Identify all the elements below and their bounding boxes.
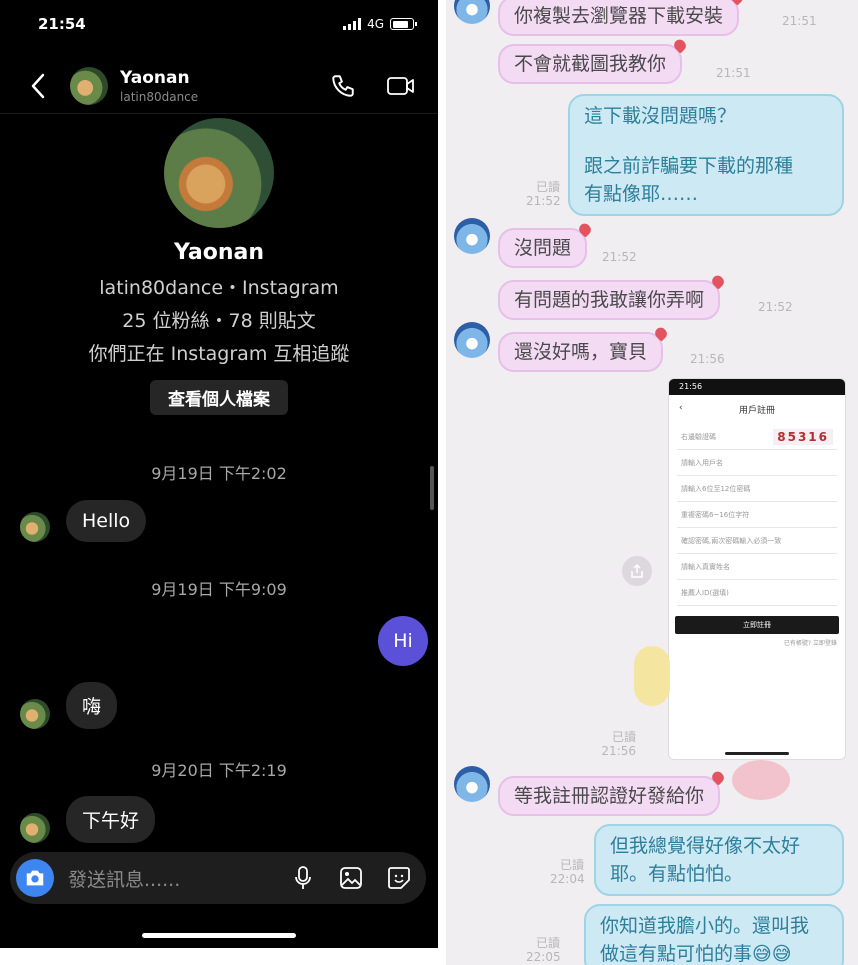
video-call-button[interactable] <box>386 71 416 101</box>
microphone-icon <box>295 866 311 889</box>
screenshot-composite: 21:54 4G Yaonan latin80dance Yaonan lati… <box>0 0 858 965</box>
chat-header: Yaonan latin80dance <box>0 58 438 114</box>
message-bubble[interactable]: 下午好 <box>66 796 156 843</box>
avatar[interactable] <box>70 66 108 105</box>
chevron-left-icon <box>31 73 45 98</box>
network-label: 4G <box>367 17 384 31</box>
message-bubble[interactable]: 有問題的我敢讓你弄啊 <box>498 280 721 320</box>
video-camera-icon <box>387 76 414 95</box>
sticker-icon <box>388 867 410 889</box>
contact-avatar[interactable] <box>454 766 490 802</box>
contact-avatar[interactable] <box>454 0 490 24</box>
view-profile-button[interactable]: 查看個人檔案 <box>150 380 288 415</box>
share-icon <box>631 563 643 578</box>
line-chat-screen: 你複製去瀏覽器下載安裝 21:51 不會就截圖我教你 21:51 這下載沒問題嗎… <box>446 0 858 965</box>
contact-avatar[interactable] <box>454 218 490 254</box>
message-bubble[interactable]: 等我註冊認證好發給你 <box>498 776 721 816</box>
call-button[interactable] <box>328 71 358 101</box>
image-icon <box>340 867 362 889</box>
message-bubble[interactable]: 還沒好嗎，寶貝 <box>498 332 664 372</box>
gallery-button[interactable] <box>338 865 364 891</box>
message-bubble-outgoing[interactable]: 但我總覺得好像不太好 耶。有點怕怕。 <box>594 824 844 896</box>
contact-username: latin80dance <box>120 89 199 104</box>
profile-follow-status: 你們正在 Instagram 互相追蹤 <box>88 343 350 365</box>
message-bubble[interactable]: Hello <box>66 500 147 542</box>
profile-card: Yaonan latin80dance・Instagram 25 位粉絲・78 … <box>0 118 438 415</box>
profile-name: Yaonan <box>173 240 265 265</box>
read-receipt: 已讀 21:52 <box>526 180 561 208</box>
battery-icon <box>390 18 417 30</box>
message-time: 21:52 <box>758 300 793 314</box>
phone-icon <box>332 74 354 97</box>
message-time: 21:51 <box>782 14 817 28</box>
timestamp: 9月19日 下午9:09 <box>151 580 287 599</box>
sticker-character <box>732 760 790 800</box>
avatar[interactable] <box>20 813 50 843</box>
back-button[interactable] <box>24 72 52 100</box>
profile-avatar[interactable] <box>164 118 274 228</box>
timestamp: 9月19日 下午2:02 <box>151 464 287 483</box>
home-indicator <box>142 933 296 938</box>
avatar[interactable] <box>20 512 50 542</box>
read-receipt: 已讀 21:56 <box>601 730 636 758</box>
message-time: 21:52 <box>602 250 637 264</box>
message-row: Hello <box>20 500 147 542</box>
captcha: 85316 <box>773 428 833 445</box>
status-time: 21:54 <box>38 15 86 33</box>
contact-info[interactable]: Yaonan latin80dance <box>120 68 198 104</box>
share-button[interactable] <box>622 556 652 586</box>
avatar[interactable] <box>20 699 50 729</box>
voice-message-button[interactable] <box>290 865 316 891</box>
message-time: 21:51 <box>716 66 751 80</box>
message-row: 嗨 <box>20 682 118 729</box>
profile-username-line: latin80dance・Instagram <box>99 277 339 299</box>
instagram-dm-screen: 21:54 4G Yaonan latin80dance Yaonan lati… <box>0 0 438 948</box>
contact-name: Yaonan <box>120 67 190 88</box>
message-bubble[interactable]: 不會就截圖我教你 <box>498 44 683 84</box>
profile-stats: 25 位粉絲・78 則貼文 <box>122 310 316 332</box>
timestamp: 9月20日 下午2:19 <box>151 761 287 780</box>
message-time: 21:56 <box>690 352 725 366</box>
message-bubble[interactable]: 你複製去瀏覽器下載安裝 <box>498 0 740 36</box>
message-input[interactable]: 發送訊息...... <box>68 865 290 892</box>
message-bubble-outgoing[interactable]: 這下載沒問題嗎？ 跟之前詐騙要下載的那種 有點像耶…… <box>568 94 844 216</box>
sticker-character <box>634 646 670 706</box>
scrollbar[interactable] <box>430 466 434 510</box>
message-composer: 發送訊息...... <box>10 852 426 904</box>
signal-icon <box>343 18 362 30</box>
sticker-button[interactable] <box>386 865 412 891</box>
read-receipt: 已讀 22:04 <box>550 858 585 886</box>
message-row: 下午好 <box>20 796 156 843</box>
message-bubble-outgoing[interactable]: 你知道我膽小的。還叫我 做這有點可怕的事😅😅 <box>584 904 844 965</box>
message-bubble[interactable]: 嗨 <box>66 682 118 729</box>
contact-avatar[interactable] <box>454 322 490 358</box>
shared-screenshot-image[interactable]: 21:56 ‹ 用戶註冊 右邊驗證碼 85316 請輸入用戶名 請輸入6位至12… <box>668 378 846 760</box>
message-bubble[interactable]: 沒問題 <box>498 228 588 268</box>
read-receipt: 已讀 22:05 <box>526 936 561 964</box>
chevron-left-icon: ‹ <box>679 403 683 413</box>
camera-icon <box>26 870 44 886</box>
status-bar: 21:54 4G <box>38 12 417 36</box>
message-bubble-outgoing[interactable]: Hi <box>378 616 428 666</box>
camera-button[interactable] <box>16 859 54 897</box>
